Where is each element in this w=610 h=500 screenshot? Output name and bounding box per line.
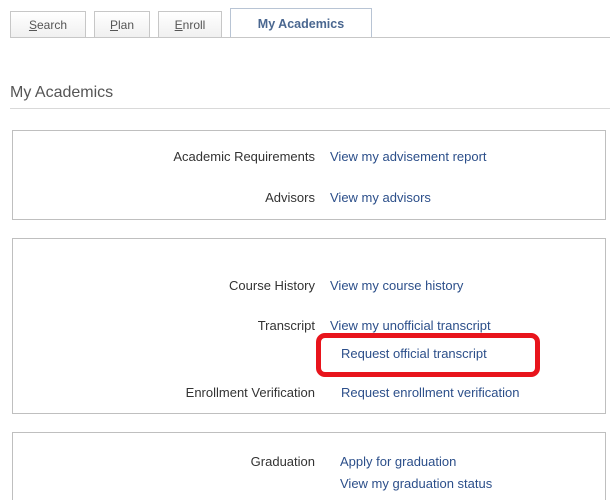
- title-divider: [10, 108, 610, 109]
- link-view-advisors[interactable]: View my advisors: [330, 190, 431, 205]
- label-academic-requirements: Academic Requirements: [173, 149, 315, 164]
- tab-plan-key: P: [109, 17, 118, 32]
- section-requirements: [12, 130, 606, 220]
- tab-search[interactable]: Search: [10, 11, 86, 37]
- tab-search-key: S: [28, 17, 37, 32]
- label-course-history: Course History: [229, 278, 315, 293]
- tab-my-academics-label: My Academics: [257, 16, 345, 31]
- link-view-graduation-status[interactable]: View my graduation status: [340, 476, 492, 491]
- link-view-advisement-report[interactable]: View my advisement report: [330, 149, 487, 164]
- tab-plan-rest: lan: [118, 17, 135, 32]
- link-request-official-transcript[interactable]: Request official transcript: [341, 346, 487, 361]
- tab-search-rest: earch: [36, 17, 68, 32]
- link-view-course-history[interactable]: View my course history: [330, 278, 463, 293]
- label-advisors: Advisors: [265, 190, 315, 205]
- tab-plan[interactable]: Plan: [94, 11, 150, 37]
- link-request-enrollment-verification[interactable]: Request enrollment verification: [341, 385, 519, 400]
- label-graduation: Graduation: [250, 454, 315, 469]
- page-title: My Academics: [10, 84, 114, 101]
- tab-enroll[interactable]: Enroll: [158, 11, 222, 37]
- tab-enroll-rest: nroll: [182, 17, 206, 32]
- label-transcript: Transcript: [257, 318, 315, 333]
- link-view-unofficial-transcript[interactable]: View my unofficial transcript: [330, 318, 491, 333]
- tab-divider: [10, 37, 610, 38]
- label-enrollment-verification: Enrollment Verification: [185, 385, 315, 400]
- tab-enroll-key: E: [174, 17, 183, 32]
- tab-my-academics[interactable]: My Academics: [230, 8, 372, 38]
- link-apply-for-graduation[interactable]: Apply for graduation: [340, 454, 456, 469]
- tab-bar: Search Plan Enroll My Academics: [10, 8, 610, 38]
